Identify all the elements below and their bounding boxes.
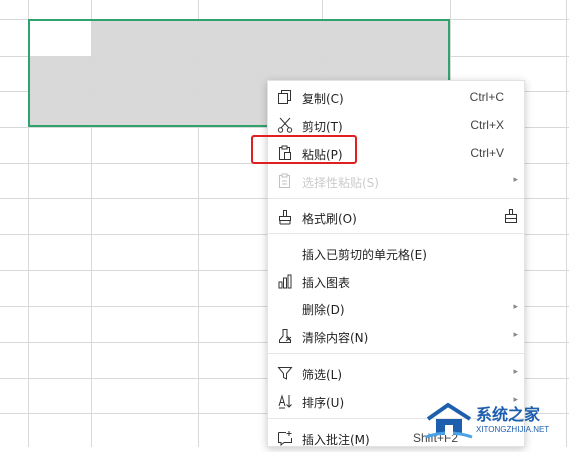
filter-icon bbox=[276, 365, 294, 381]
menu-item-label: 排序(U) bbox=[302, 396, 345, 410]
menu-item-label: 插入图表 bbox=[302, 276, 351, 290]
format-painter-pin-icon[interactable] bbox=[502, 208, 520, 227]
menu-item-label: 插入已剪切的单元格(E) bbox=[302, 248, 427, 262]
menu-item-label: 清除内容(N) bbox=[302, 331, 369, 345]
menu-item-insert-chart[interactable]: 插入图表 bbox=[268, 267, 526, 295]
menu-item-filter[interactable]: 筛选(L) ▸ bbox=[268, 359, 526, 387]
house-logo-icon bbox=[425, 402, 473, 439]
menu-item-label: 剪切(T) bbox=[302, 120, 343, 134]
copy-icon bbox=[276, 89, 294, 105]
menu-separator bbox=[268, 353, 524, 354]
paste-highlight-box bbox=[251, 135, 357, 164]
comment-icon bbox=[276, 430, 294, 446]
menu-item-copy[interactable]: 复制(C) Ctrl+C bbox=[268, 83, 526, 111]
menu-item-label: 删除(D) bbox=[302, 303, 345, 317]
menu-separator bbox=[268, 198, 524, 199]
watermark: 系统之家 XITONGZHIJIA.NET bbox=[424, 395, 569, 447]
menu-separator bbox=[268, 233, 524, 234]
grid-line bbox=[566, 0, 567, 447]
format-painter-icon bbox=[276, 209, 294, 225]
paste-special-icon bbox=[276, 173, 294, 189]
chart-icon bbox=[276, 273, 294, 289]
watermark-title: 系统之家 bbox=[476, 405, 541, 424]
sort-icon bbox=[276, 393, 294, 409]
watermark-url: XITONGZHIJIA.NET bbox=[476, 425, 550, 434]
menu-item-label: 复制(C) bbox=[302, 92, 344, 106]
menu-item-paste-special[interactable]: 选择性粘贴(S) ▸ bbox=[268, 167, 526, 195]
menu-item-delete[interactable]: 删除(D) ▸ bbox=[268, 294, 526, 322]
submenu-arrow-icon: ▸ bbox=[513, 175, 518, 185]
submenu-arrow-icon: ▸ bbox=[513, 367, 518, 377]
menu-item-label: 选择性粘贴(S) bbox=[302, 176, 379, 190]
menu-item-label: 插入批注(M) bbox=[302, 433, 370, 447]
menu-item-label: 筛选(L) bbox=[302, 368, 343, 382]
submenu-arrow-icon: ▸ bbox=[513, 302, 518, 312]
menu-item-clear-contents[interactable]: 清除内容(N) ▸ bbox=[268, 322, 526, 350]
menu-item-shortcut: Ctrl+V bbox=[470, 146, 504, 160]
menu-item-insert-cut-cells[interactable]: 插入已剪切的单元格(E) bbox=[268, 239, 526, 267]
menu-item-label: 格式刷(O) bbox=[302, 212, 357, 226]
menu-item-shortcut: Ctrl+C bbox=[469, 90, 504, 104]
menu-item-format-painter[interactable]: 格式刷(O) bbox=[268, 203, 526, 231]
menu-item-shortcut: Ctrl+X bbox=[470, 118, 504, 132]
scissors-icon bbox=[276, 117, 294, 133]
eraser-icon bbox=[276, 328, 294, 344]
submenu-arrow-icon: ▸ bbox=[513, 330, 518, 340]
